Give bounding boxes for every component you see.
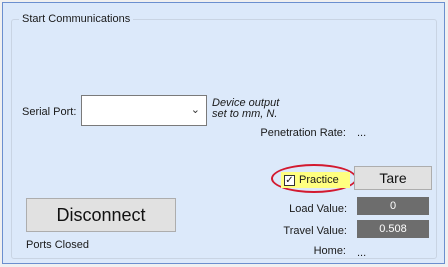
status-text: Ports Closed <box>26 239 89 251</box>
checkbox-check-icon[interactable]: ✓ <box>284 174 295 186</box>
load-value-label: Load Value: <box>289 203 347 215</box>
device-note-line2: set to mm, N. <box>212 108 278 120</box>
travel-value-box: 0.508 <box>357 220 429 238</box>
load-value-box: 0 <box>357 197 429 215</box>
chevron-down-icon[interactable]: ⌄ <box>191 103 200 116</box>
practice-label: Practice <box>299 174 339 186</box>
penetration-rate-label: Penetration Rate: <box>260 127 346 139</box>
practice-checkbox[interactable]: ✓ Practice <box>281 172 350 188</box>
serial-port-dropdown[interactable]: ⌄ <box>81 95 207 126</box>
device-output-note: Device output set to mm, N. <box>212 98 279 120</box>
disconnect-button[interactable]: Disconnect <box>26 198 176 232</box>
home-value: ... <box>357 247 367 259</box>
tare-button[interactable]: Tare <box>354 166 432 190</box>
home-label: Home: <box>313 245 346 257</box>
serial-port-label: Serial Port: <box>22 106 77 118</box>
window-frame: Start Communications Serial Port: ⌄ Devi… <box>2 2 445 264</box>
travel-value-label: Travel Value: <box>283 225 347 237</box>
group-title: Start Communications <box>19 13 134 25</box>
penetration-rate-value: ... <box>357 127 367 139</box>
